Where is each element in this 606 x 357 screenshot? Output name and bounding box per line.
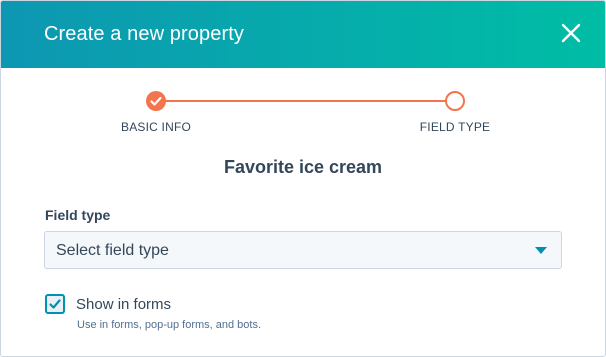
progress-stepper: BASIC INFO FIELD TYPE <box>1 89 605 139</box>
close-icon <box>561 23 581 43</box>
show-in-forms-checkbox[interactable] <box>45 294 65 314</box>
show-in-forms-label[interactable]: Show in forms <box>76 296 171 313</box>
field-type-label: Field type <box>45 207 111 223</box>
modal-title: Create a new property <box>44 23 244 45</box>
show-in-forms-help-text: Use in forms, pop-up forms, and bots. <box>77 319 262 331</box>
check-icon <box>150 96 162 106</box>
close-button[interactable] <box>559 21 583 45</box>
step-label-field-type: FIELD TYPE <box>419 120 491 134</box>
step-basic-info-indicator[interactable] <box>146 91 166 111</box>
field-type-select[interactable]: Select field type <box>44 231 562 269</box>
property-name-heading: Favorite ice cream <box>223 157 383 177</box>
step-label-basic-info: BASIC INFO <box>120 120 192 134</box>
step-connector <box>157 100 455 102</box>
caret-down-icon <box>535 247 547 254</box>
checkmark-icon <box>49 299 61 309</box>
create-property-modal: Create a new property BASIC INFO FIELD T… <box>0 0 606 357</box>
field-type-select-value: Select field type <box>56 242 169 259</box>
step-field-type-indicator[interactable] <box>445 91 465 111</box>
modal-header: Create a new property <box>1 1 605 68</box>
